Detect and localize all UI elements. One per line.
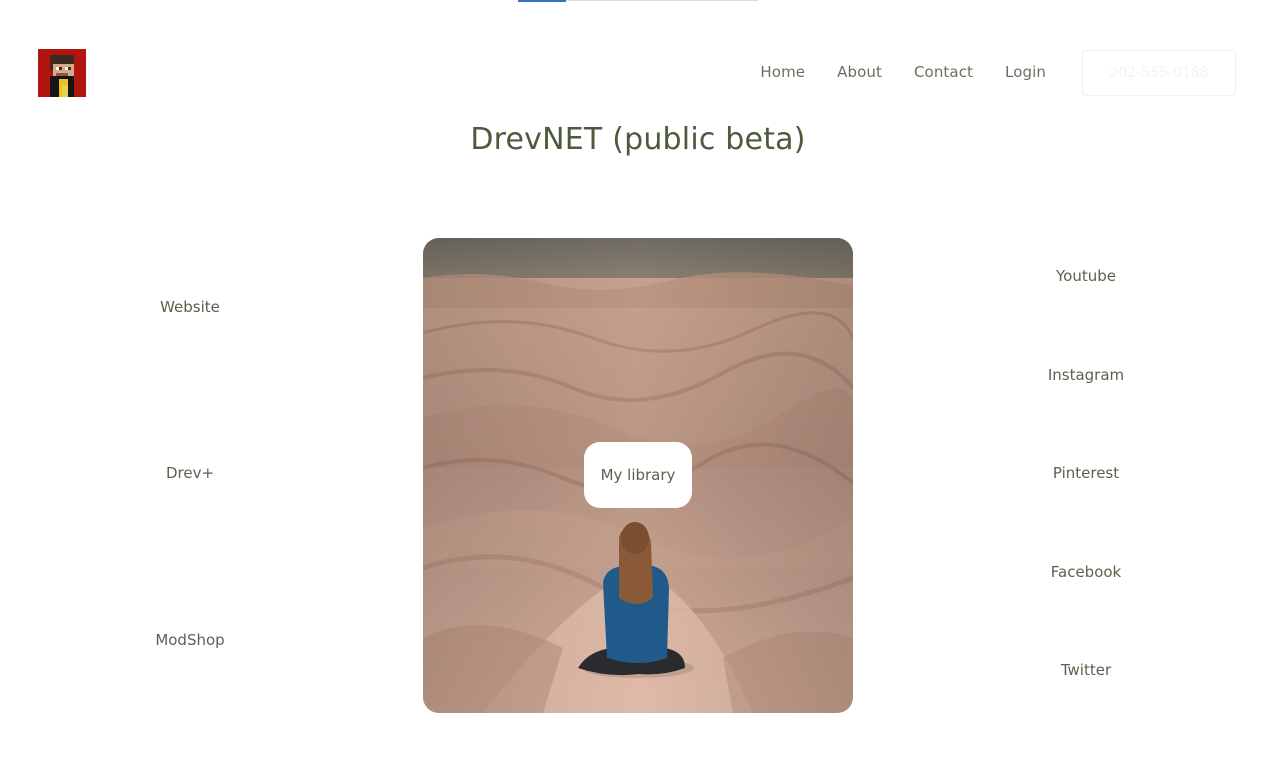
nav-contact-link[interactable]: Contact [914, 63, 973, 81]
phone-button[interactable]: 202-555-0188 [1082, 50, 1236, 96]
my-library-button[interactable]: My library [584, 442, 692, 508]
nav-about-link[interactable]: About [837, 63, 882, 81]
nav-login-link[interactable]: Login [1005, 63, 1046, 81]
top-progress-track [518, 0, 758, 2]
page: Home About Contact Login 202-555-0188 Dr… [0, 0, 1268, 769]
logo[interactable] [38, 49, 86, 97]
youtube-link[interactable]: Youtube [996, 267, 1176, 285]
main-nav: Home About Contact Login [760, 60, 1046, 84]
page-title: DrevNET (public beta) [470, 122, 806, 157]
facebook-link[interactable]: Facebook [996, 563, 1176, 581]
top-progress-fill [518, 0, 566, 2]
pinterest-link[interactable]: Pinterest [996, 464, 1176, 482]
drev-plus-link[interactable]: Drev+ [100, 464, 280, 482]
pixel-avatar-icon [38, 49, 86, 97]
website-link[interactable]: Website [100, 298, 280, 316]
nav-home-link[interactable]: Home [760, 63, 805, 81]
modshop-link[interactable]: ModShop [100, 631, 280, 649]
twitter-link[interactable]: Twitter [996, 661, 1176, 679]
instagram-link[interactable]: Instagram [996, 366, 1176, 384]
